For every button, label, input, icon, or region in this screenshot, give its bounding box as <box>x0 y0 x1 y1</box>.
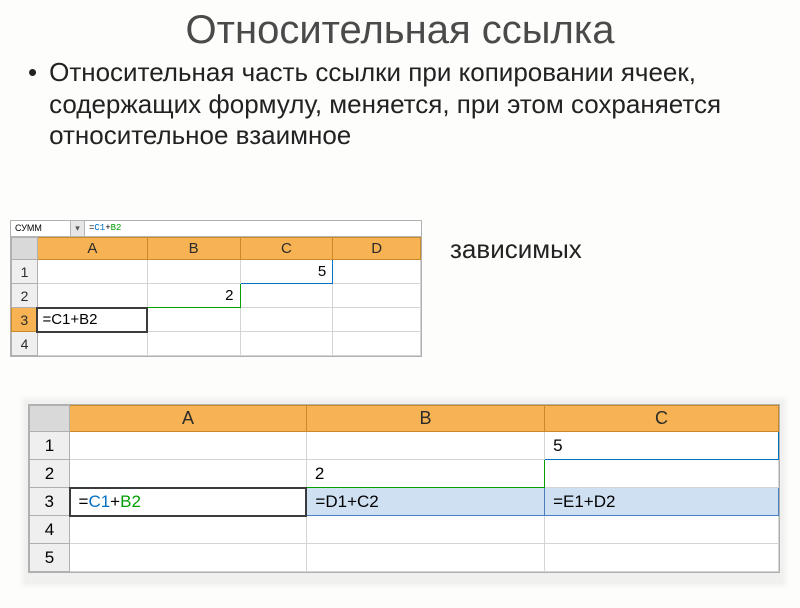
row-header-4[interactable]: 4 <box>12 332 38 356</box>
row-header-2[interactable]: 2 <box>12 284 38 308</box>
col-header-b[interactable]: B <box>147 238 240 260</box>
cell[interactable] <box>306 544 544 572</box>
row-header-2[interactable]: 2 <box>30 460 70 488</box>
name-box[interactable]: СУММ <box>11 221 71 236</box>
cell[interactable] <box>37 260 147 284</box>
cell-a3[interactable]: =C1+B2 <box>70 488 307 516</box>
cell[interactable] <box>147 260 240 284</box>
cell[interactable] <box>333 332 421 356</box>
cell-b2[interactable]: 2 <box>306 460 544 488</box>
bullet-content: Относительная часть ссылки при копирован… <box>49 57 782 152</box>
cell[interactable] <box>545 516 779 544</box>
name-box-dropdown-icon[interactable]: ▾ <box>71 221 85 236</box>
cell[interactable] <box>147 332 240 356</box>
cell[interactable] <box>37 284 147 308</box>
cell[interactable] <box>37 332 147 356</box>
cell[interactable] <box>306 516 544 544</box>
formula-bar-row: СУММ ▾ =C1+B2 <box>11 221 421 237</box>
cell[interactable] <box>147 308 240 332</box>
cell[interactable] <box>240 332 333 356</box>
cell[interactable] <box>70 432 307 460</box>
row-header-3[interactable]: 3 <box>30 488 70 516</box>
cell[interactable] <box>70 460 307 488</box>
spreadsheet-top: СУММ ▾ =C1+B2 A B C D 1 5 2 2 3 <box>10 220 422 357</box>
row-header-1[interactable]: 1 <box>30 432 70 460</box>
row-header-3[interactable]: 3 <box>12 308 38 332</box>
cell[interactable] <box>545 544 779 572</box>
cell-b3[interactable]: =D1+C2 <box>306 488 544 516</box>
cell[interactable] <box>545 460 779 488</box>
select-all-corner[interactable] <box>12 238 38 260</box>
cell[interactable] <box>306 432 544 460</box>
bullet-text: • Относительная часть ссылки при копиров… <box>28 57 782 152</box>
page-title: Относительная ссылка <box>0 8 800 53</box>
trailing-word: зависимых <box>450 234 582 265</box>
formula-bar[interactable]: =C1+B2 <box>85 221 421 236</box>
cell[interactable] <box>333 284 421 308</box>
cell[interactable] <box>333 308 421 332</box>
cell-c3[interactable]: =E1+D2 <box>545 488 779 516</box>
grid-top[interactable]: A B C D 1 5 2 2 3 =C1+B2 4 <box>11 237 421 356</box>
select-all-corner[interactable] <box>30 406 70 432</box>
col-header-d[interactable]: D <box>333 238 421 260</box>
spreadsheet-bottom: A B C 1 5 2 2 3 =C1+B2 =D1+C2 =E1+D2 4 <box>28 404 780 573</box>
col-header-a[interactable]: A <box>70 406 307 432</box>
col-header-c[interactable]: C <box>545 406 779 432</box>
bullet-marker: • <box>28 57 37 152</box>
cell[interactable] <box>240 308 333 332</box>
cell-c1[interactable]: 5 <box>240 260 333 284</box>
cell[interactable] <box>333 260 421 284</box>
cell-c1[interactable]: 5 <box>545 432 779 460</box>
col-header-b[interactable]: B <box>306 406 544 432</box>
row-header-5[interactable]: 5 <box>30 544 70 572</box>
row-header-4[interactable]: 4 <box>30 516 70 544</box>
cell[interactable] <box>70 516 307 544</box>
col-header-a[interactable]: A <box>37 238 147 260</box>
grid-bottom[interactable]: A B C 1 5 2 2 3 =C1+B2 =D1+C2 =E1+D2 4 <box>29 405 779 572</box>
row-header-1[interactable]: 1 <box>12 260 38 284</box>
col-header-c[interactable]: C <box>240 238 333 260</box>
cell-a3-editing[interactable]: =C1+B2 <box>37 308 147 332</box>
cell[interactable] <box>240 284 333 308</box>
cell-b2[interactable]: 2 <box>147 284 240 308</box>
cell[interactable] <box>70 544 307 572</box>
